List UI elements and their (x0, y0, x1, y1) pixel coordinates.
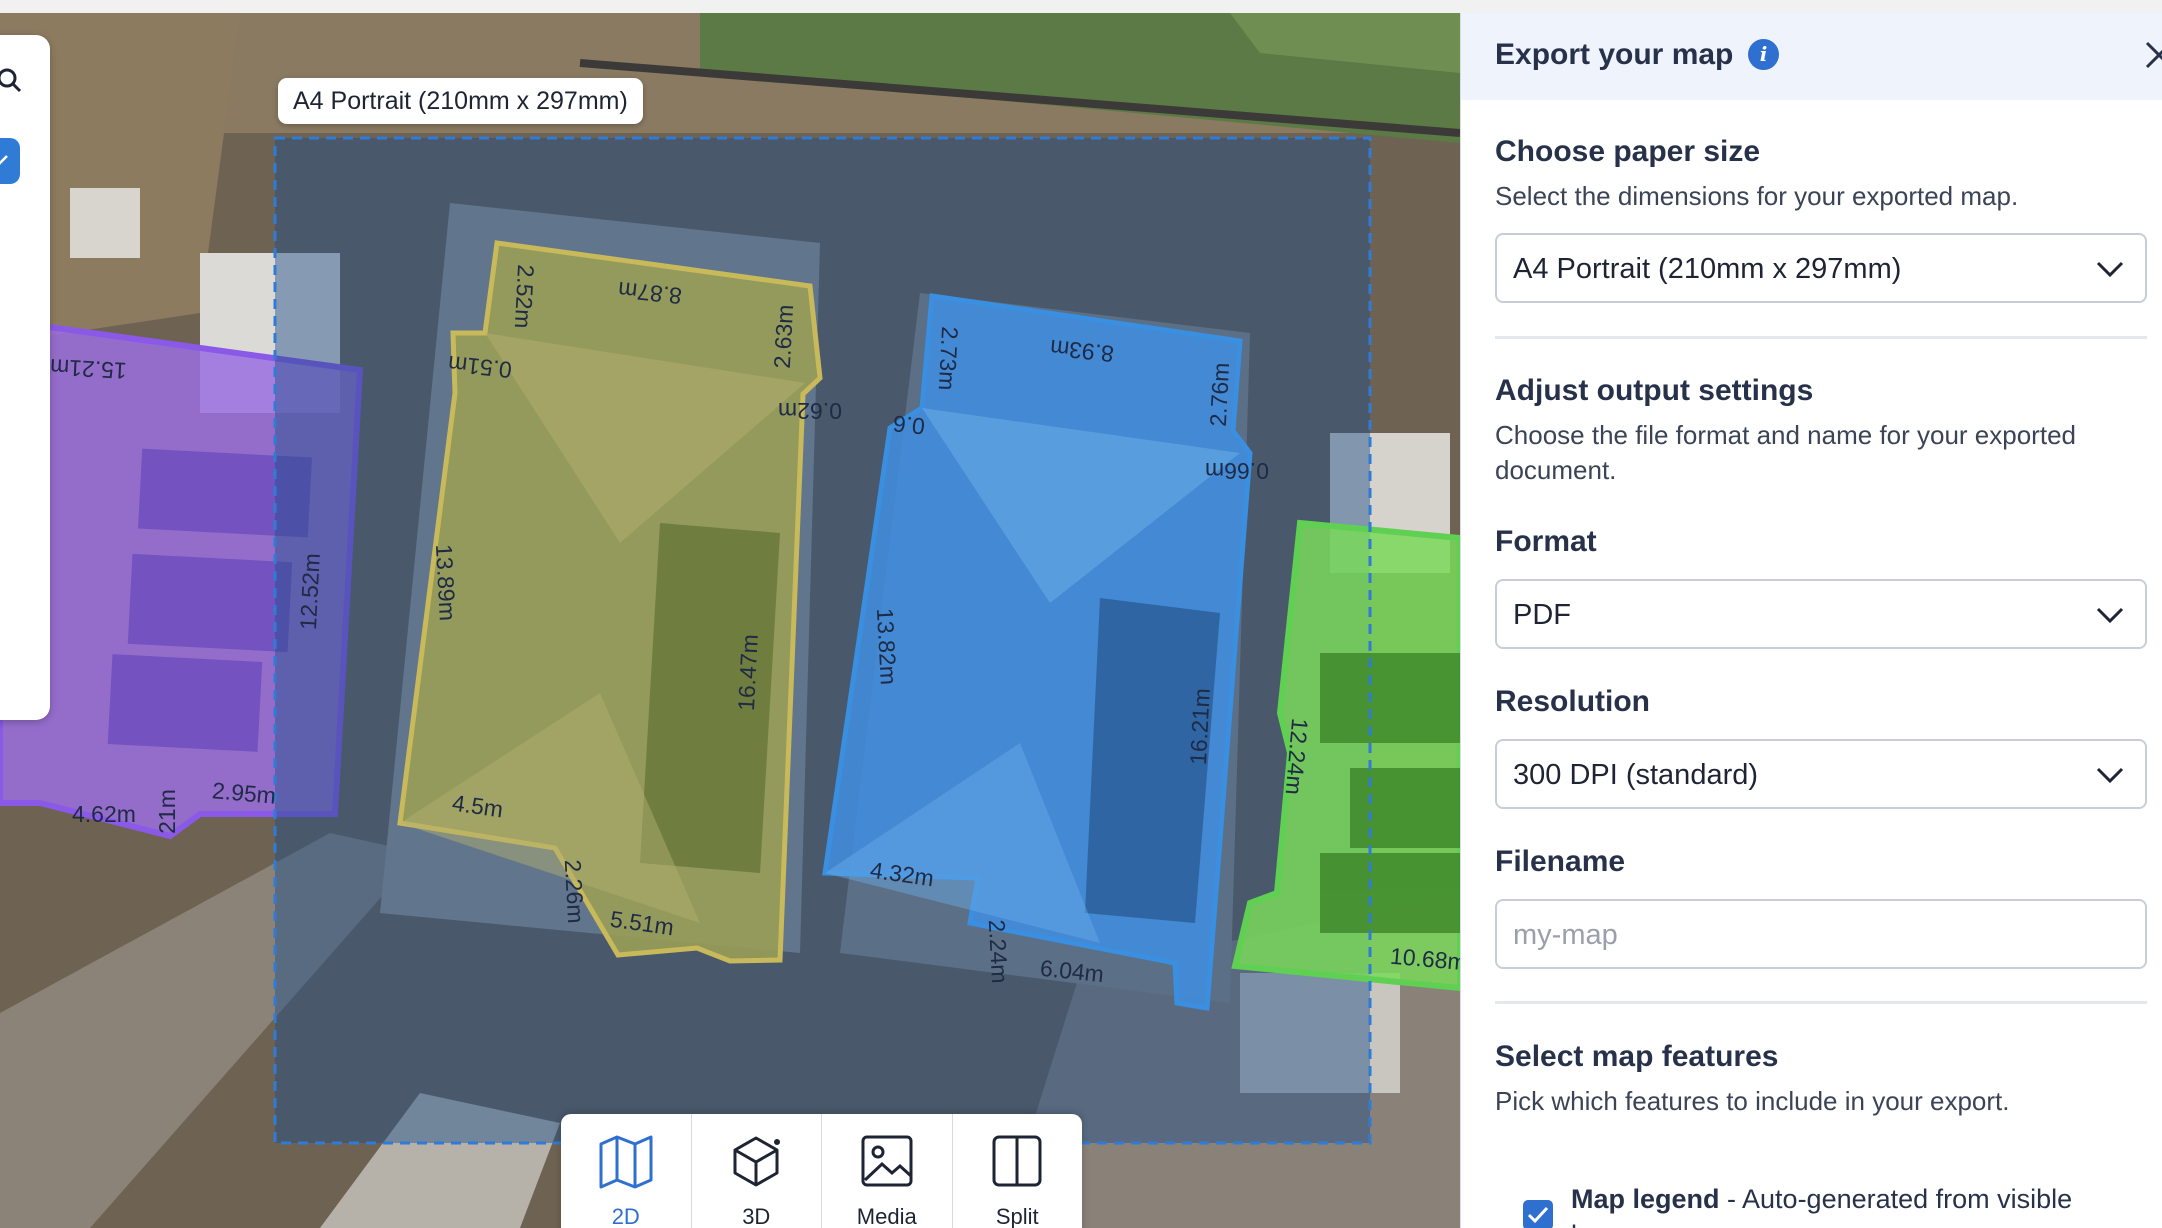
chevron-down-icon (0, 155, 8, 165)
paper-size-heading: Choose paper size (1495, 135, 1761, 168)
filename-placeholder: my-map (1513, 919, 1618, 951)
measurement-label: 2.63m (768, 303, 799, 370)
measurement-label: 13.89m (430, 543, 461, 622)
format-value: PDF (1513, 599, 1571, 631)
output-settings-heading: Adjust output settings (1495, 374, 1814, 407)
measurement-label: 2.73m (933, 325, 964, 392)
measurement-label: 2.95m (211, 777, 277, 809)
measurement-label: 12.52m (294, 552, 325, 631)
view-split-label: Split (995, 1204, 1039, 1228)
view-3d-button[interactable]: 3D (692, 1114, 822, 1228)
map-canvas[interactable]: 15.21m 12.52m 2.95m 4.62m 21m 2.52m 8.87… (0, 13, 1460, 1228)
top-strip (0, 0, 2162, 13)
format-select[interactable]: PDF (1495, 579, 2147, 649)
measurement-label: 0.62m (778, 398, 842, 424)
chevron-down-icon (2096, 767, 2124, 784)
view-mode-toolbar: 2D 3D Media Split (561, 1114, 1082, 1228)
measurement-label: 4.62m (72, 801, 136, 827)
measurement-label: 0.66m (1205, 458, 1269, 484)
close-icon[interactable] (2141, 37, 2162, 73)
search-icon[interactable] (0, 67, 22, 93)
view-media-button[interactable]: Media (822, 1114, 953, 1228)
paper-size-select[interactable]: A4 Portrait (210mm x 297mm) (1495, 233, 2147, 303)
section-divider (1495, 1001, 2147, 1004)
measurement-label: 2.26m (559, 858, 590, 925)
filename-input[interactable]: my-map (1495, 899, 2147, 969)
cube-icon (733, 1136, 781, 1187)
measurement-label: 2.76m (1204, 361, 1235, 428)
measurement-label: 13.82m (871, 607, 902, 686)
chevron-down-icon (2096, 607, 2124, 624)
split-icon (992, 1135, 1042, 1187)
view-2d-label: 2D (611, 1204, 640, 1228)
left-tool-panel (0, 35, 50, 720)
chevron-down-icon (2096, 261, 2124, 278)
export-panel: Export your map i Choose paper size Sele… (1460, 13, 2162, 1228)
map-icon (599, 1135, 653, 1189)
measurement-label: 21m (153, 789, 180, 834)
measurement-label: 16.21m (1184, 687, 1215, 766)
paper-size-description: Select the dimensions for your exported … (1495, 181, 2019, 211)
map-legend-name: Map legend (1571, 1184, 1720, 1214)
output-settings-description: Choose the file format and name for your… (1495, 420, 2076, 485)
resolution-select[interactable]: 300 DPI (standard) (1495, 739, 2147, 809)
map-features-description: Pick which features to include in your e… (1495, 1086, 2010, 1116)
view-media-label: Media (856, 1204, 917, 1228)
check-icon (1527, 1206, 1549, 1224)
map-legend-checkbox[interactable] (1523, 1200, 1553, 1228)
paper-size-value: A4 Portrait (210mm x 297mm) (1513, 253, 1902, 285)
layers-dropdown-button[interactable] (0, 138, 20, 184)
section-divider (1495, 336, 2147, 339)
filename-label: Filename (1495, 845, 1626, 878)
info-icon[interactable]: i (1748, 39, 1779, 70)
view-3d-label: 3D (742, 1204, 771, 1228)
map-legend-option[interactable]: Map legend - Auto-generated from visible… (1571, 1181, 2131, 1228)
measurement-label: 16.47m (732, 633, 763, 712)
paper-size-label: A4 Portrait (210mm x 297mm) (278, 78, 643, 124)
panel-title: Export your map (1495, 38, 1734, 71)
map-features-heading: Select map features (1495, 1040, 1779, 1073)
measurement-label: 0.6 (891, 410, 927, 440)
format-label: Format (1495, 525, 1597, 558)
resolution-value: 300 DPI (standard) (1513, 759, 1759, 791)
aerial-imagery (0, 13, 1460, 1228)
view-split-button[interactable]: Split (953, 1114, 1083, 1228)
image-icon (861, 1135, 913, 1187)
panel-header: Export your map i (1461, 13, 2162, 100)
measurement-label: 2.24m (983, 918, 1014, 985)
measurement-label: 2.52m (509, 263, 540, 330)
resolution-label: Resolution (1495, 685, 1650, 718)
view-2d-button[interactable]: 2D (561, 1114, 692, 1228)
measurement-label: 15.21m (49, 354, 128, 384)
